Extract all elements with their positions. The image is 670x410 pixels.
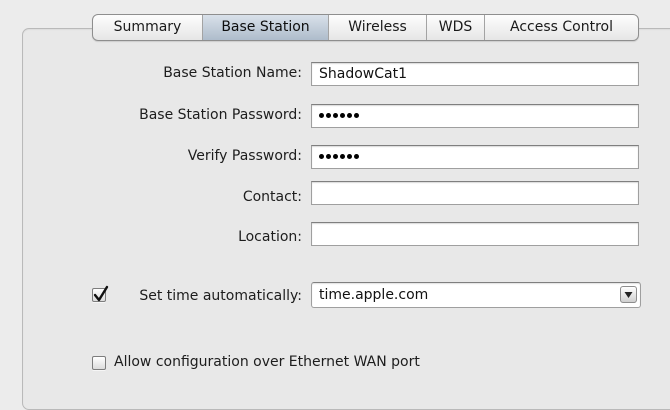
tab-summary[interactable]: Summary bbox=[93, 15, 203, 40]
contact-field[interactable] bbox=[311, 181, 639, 205]
base-station-password-label: Base Station Password: bbox=[139, 107, 302, 123]
verify-password-field[interactable] bbox=[311, 145, 639, 169]
base-station-password-field[interactable] bbox=[311, 104, 639, 128]
password-mask bbox=[319, 105, 361, 127]
password-dot bbox=[340, 153, 345, 159]
tab-access-control[interactable]: Access Control bbox=[485, 15, 638, 40]
tab-base-station[interactable]: Base Station bbox=[203, 15, 329, 40]
combo-dropdown-button[interactable] bbox=[620, 286, 637, 303]
password-dot bbox=[354, 112, 359, 118]
time-server-value: time.apple.com bbox=[319, 287, 429, 303]
password-dot bbox=[319, 112, 324, 118]
password-dot bbox=[333, 112, 338, 118]
allow-wan-config-checkbox[interactable] bbox=[92, 356, 106, 370]
tab-wds[interactable]: WDS bbox=[427, 15, 485, 40]
verify-password-label: Verify Password: bbox=[187, 148, 302, 164]
password-dot bbox=[354, 153, 359, 159]
password-dot bbox=[333, 153, 338, 159]
contact-label: Contact: bbox=[242, 189, 302, 205]
password-dot bbox=[326, 112, 331, 118]
checkmark-icon bbox=[93, 285, 109, 302]
password-dot bbox=[347, 112, 352, 118]
location-field[interactable] bbox=[311, 222, 639, 246]
password-mask bbox=[319, 146, 361, 168]
password-dot bbox=[319, 153, 324, 159]
base-station-name-label: Base Station Name: bbox=[163, 65, 302, 81]
set-time-checkbox[interactable] bbox=[92, 285, 109, 302]
tab-bar: Summary Base Station Wireless WDS Access… bbox=[92, 14, 639, 41]
base-station-name-field[interactable]: ShadowCat1 bbox=[311, 62, 639, 86]
password-dot bbox=[326, 153, 331, 159]
time-server-combobox[interactable]: time.apple.com bbox=[311, 282, 641, 308]
location-label: Location: bbox=[238, 229, 302, 245]
password-dot bbox=[340, 112, 345, 118]
tab-wireless[interactable]: Wireless bbox=[329, 15, 427, 40]
set-time-label: Set time automatically: bbox=[139, 288, 302, 304]
chevron-down-icon bbox=[624, 292, 633, 298]
password-dot bbox=[347, 153, 352, 159]
allow-wan-config-label: Allow configuration over Ethernet WAN po… bbox=[114, 354, 420, 370]
